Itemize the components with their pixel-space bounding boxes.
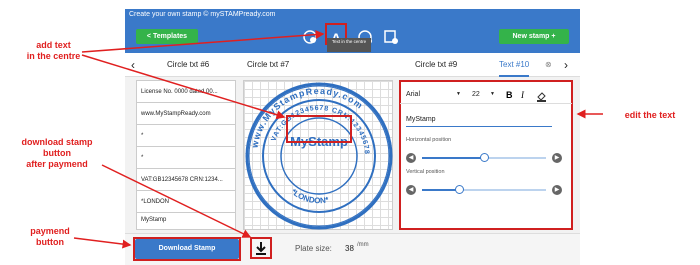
- plate-size-label: Plate size:: [295, 244, 332, 253]
- list-item[interactable]: License No. 0000 dated 00...: [137, 81, 235, 103]
- annotation-edit: edit the text: [624, 110, 676, 120]
- chevron-down-icon: ▼: [490, 91, 495, 97]
- download-highlight: [133, 237, 241, 261]
- vertical-slider[interactable]: [422, 185, 546, 195]
- element-tabs: ‹ Circle txt #6 Circle txt #7 Circle txt…: [125, 53, 580, 77]
- font-label: Arial: [406, 91, 421, 98]
- list-item[interactable]: *: [137, 125, 235, 147]
- tooltip: Text in the centre: [327, 38, 371, 52]
- annotation-add-text: add text in the centre: [26, 40, 81, 61]
- tab-circle-6[interactable]: Circle txt #6: [167, 53, 209, 77]
- center-text-highlight: [286, 115, 352, 143]
- horizontal-position-label: Horizontal position: [406, 137, 452, 143]
- tab-text-10[interactable]: Text #10: [499, 53, 530, 77]
- bottom-bar: Download Stamp Plate size: 38 /mm: [125, 233, 580, 265]
- annotation-payment: paymend button: [30, 226, 70, 247]
- horizontal-left-icon[interactable]: ◀: [406, 153, 416, 163]
- stamp-canvas[interactable]: www.MyStampReady.com VAT:GB12345678 CRN:…: [243, 80, 393, 230]
- chevron-down-icon: ▼: [456, 91, 461, 97]
- list-item[interactable]: *: [137, 147, 235, 169]
- list-item[interactable]: VAT:GB12345678 CRN:1234...: [137, 169, 235, 191]
- slider-fill: [422, 189, 460, 191]
- slider-knob[interactable]: [454, 185, 464, 194]
- tabs-next-icon[interactable]: ›: [564, 53, 568, 77]
- vertical-position-label: Vertical position: [406, 169, 445, 175]
- size-select[interactable]: 22 ▼: [472, 91, 498, 98]
- templates-button[interactable]: < Templates: [136, 29, 198, 44]
- element-list: License No. 0000 dated 00... www.MyStamp…: [136, 80, 236, 230]
- window-title: Create your own stamp © mySTAMPready.com: [125, 9, 580, 21]
- list-item[interactable]: MyStamp: [137, 209, 235, 231]
- plate-size-value[interactable]: 38: [345, 244, 354, 253]
- tabs-prev-icon[interactable]: ‹: [131, 53, 135, 77]
- size-label: 22: [472, 91, 480, 98]
- font-select[interactable]: Arial ▼: [406, 91, 466, 98]
- tab-circle-9[interactable]: Circle txt #9: [415, 53, 457, 77]
- annotation-download: download stamp button after paymend: [21, 137, 93, 169]
- new-stamp-button[interactable]: New stamp +: [499, 29, 569, 44]
- color-fill-icon[interactable]: [536, 89, 547, 107]
- svg-text:*LONDON*: *LONDON*: [289, 187, 330, 205]
- divider: [400, 103, 572, 104]
- close-tab-icon[interactable]: ⊗: [545, 53, 552, 77]
- slider-knob[interactable]: [479, 153, 489, 162]
- text-editor-panel: Arial ▼ 22 ▼ B I MyStamp Horizontal posi…: [399, 80, 573, 230]
- slider-fill: [422, 157, 484, 159]
- horizontal-slider[interactable]: [422, 153, 546, 163]
- add-circle-icon[interactable]: [302, 29, 318, 45]
- bold-button[interactable]: B: [506, 90, 513, 100]
- horizontal-right-icon[interactable]: ▶: [552, 153, 562, 163]
- app-window: Create your own stamp © mySTAMPready.com…: [125, 9, 580, 265]
- stamp-preview: www.MyStampReady.com VAT:GB12345678 CRN:…: [245, 82, 393, 230]
- vertical-right-icon[interactable]: ▶: [552, 185, 562, 195]
- download-icon-highlight: [250, 237, 272, 259]
- tab-circle-7[interactable]: Circle txt #7: [247, 53, 289, 77]
- add-image-icon[interactable]: [383, 29, 399, 45]
- list-item[interactable]: www.MyStampReady.com: [137, 103, 235, 125]
- vertical-left-icon[interactable]: ◀: [406, 185, 416, 195]
- stamp-bottom-text: *LONDON*: [289, 187, 330, 205]
- plate-size-unit: /mm: [357, 242, 369, 248]
- italic-button[interactable]: I: [521, 90, 524, 100]
- text-input[interactable]: MyStamp: [406, 113, 552, 127]
